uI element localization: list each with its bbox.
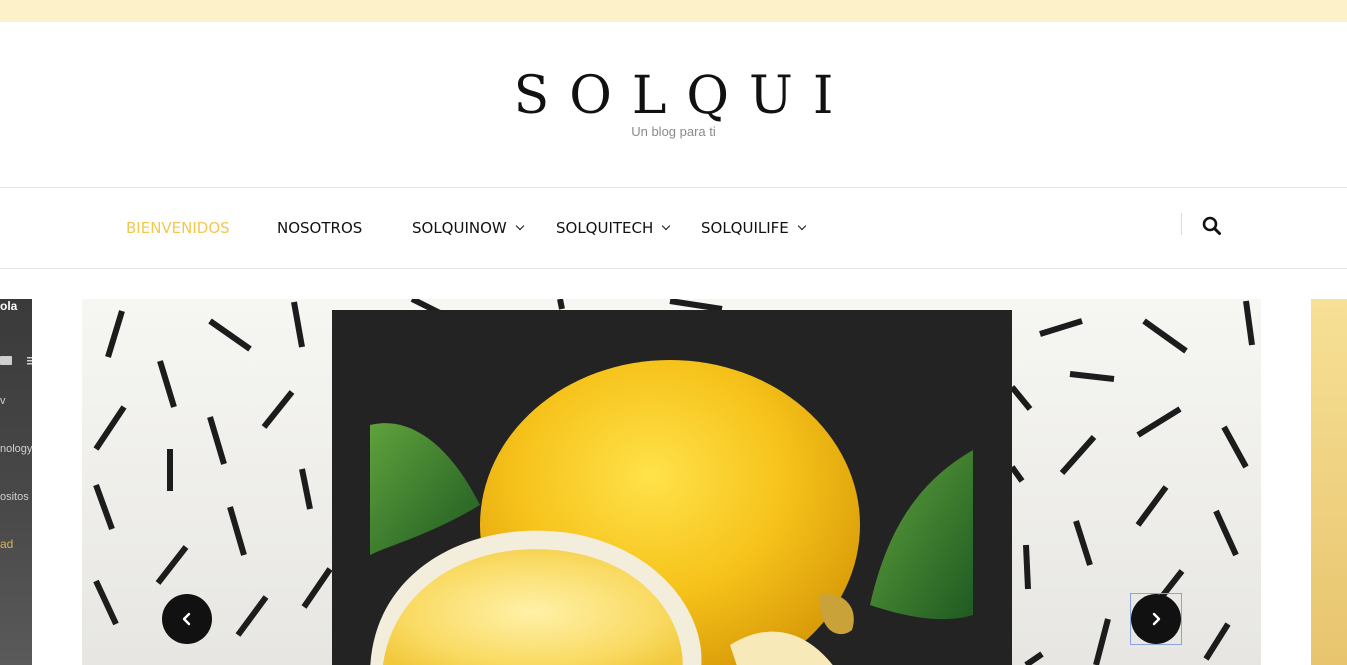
nav-item-nosotros[interactable]: NOSOTROS (277, 219, 362, 237)
nav-item-solquinow[interactable]: SOLQUINOW (412, 219, 525, 237)
nav-item-label: SOLQUILIFE (701, 219, 789, 237)
main-navigation: BIENVENIDOS NOSOTROS SOLQUINOW SOLQUITEC… (0, 188, 1347, 269)
lemon-image (370, 360, 973, 665)
chevron-right-icon (1152, 612, 1161, 626)
chevron-down-icon (662, 221, 671, 231)
nav-item-label: SOLQUINOW (412, 219, 507, 237)
nav-item-solquitech[interactable]: SOLQUITECH (556, 219, 671, 237)
peek-text: v (0, 395, 6, 407)
nav-item-label: NOSOTROS (277, 219, 363, 237)
nav-item-solquilife[interactable]: SOLQUILIFE (701, 219, 807, 237)
nav-item-label: BIENVENIDOS (126, 219, 230, 237)
folder-icon (0, 356, 32, 365)
nav-item-label: SOLQUITECH (556, 219, 654, 237)
top-announcement-bar (0, 0, 1347, 22)
chevron-down-icon (797, 221, 807, 231)
nav-item-bienvenidos[interactable]: BIENVENIDOS (126, 219, 230, 237)
peek-text: nology (0, 443, 32, 455)
site-title[interactable]: SOLQUI (0, 68, 1347, 124)
chevron-left-icon (182, 612, 191, 626)
search-icon (1202, 216, 1221, 235)
peek-text: ola (0, 299, 18, 313)
site-header: SOLQUI Un blog para ti (0, 22, 1347, 188)
search-button[interactable] (1200, 214, 1224, 238)
peek-text: ositos (0, 491, 29, 503)
slider-next-button[interactable] (1131, 594, 1181, 644)
featured-slider (82, 299, 1261, 665)
next-slide-peek[interactable] (1311, 299, 1347, 665)
chevron-down-icon (515, 221, 525, 231)
slider-prev-button[interactable] (162, 594, 212, 644)
nav-divider (1181, 213, 1182, 235)
previous-slide-peek[interactable]: ola v nology ositos ad (0, 299, 32, 665)
peek-text: ad (0, 537, 14, 551)
site-tagline: Un blog para ti (631, 124, 716, 139)
